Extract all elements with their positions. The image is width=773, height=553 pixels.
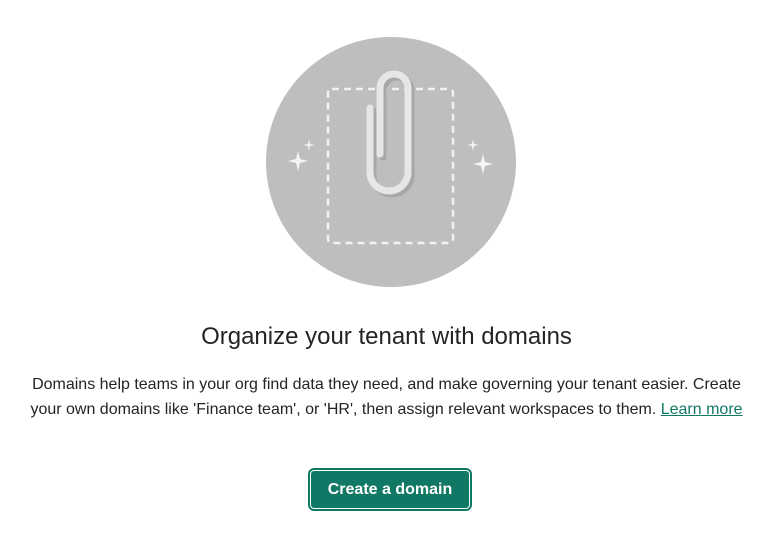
learn-more-link[interactable]: Learn more — [661, 401, 743, 418]
domains-empty-state: Organize your tenant with domains Domain… — [0, 0, 773, 553]
create-domain-button[interactable]: Create a domain — [308, 468, 472, 511]
description-text: Domains help teams in your org find data… — [30, 376, 741, 418]
empty-state-description: Domains help teams in your org find data… — [20, 372, 753, 422]
paperclip-folder-icon — [265, 36, 517, 288]
empty-state-heading: Organize your tenant with domains — [201, 323, 572, 350]
